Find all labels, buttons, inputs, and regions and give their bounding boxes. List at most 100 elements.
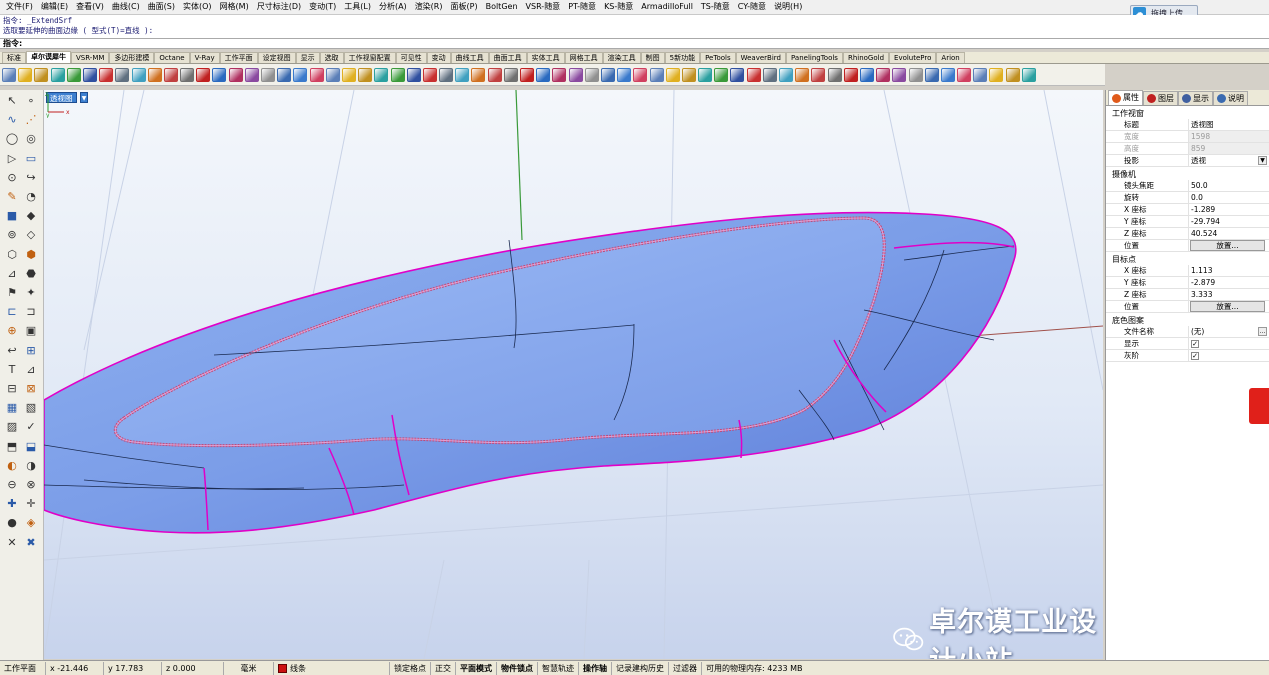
network-icon[interactable] bbox=[244, 67, 259, 82]
torus-icon[interactable] bbox=[99, 67, 114, 82]
subtract-icon[interactable]: ⊖ bbox=[5, 478, 19, 492]
patch-icon[interactable] bbox=[552, 67, 567, 82]
toolbar-tab[interactable]: 5新功能 bbox=[664, 52, 701, 63]
menu-item[interactable]: 编辑(E) bbox=[37, 0, 72, 14]
command-input[interactable] bbox=[25, 39, 325, 48]
polyline-icon[interactable]: ⋰ bbox=[24, 113, 38, 127]
toolbar-tab[interactable]: 工作平面 bbox=[219, 52, 258, 63]
sphere-icon[interactable]: ⊚ bbox=[5, 228, 19, 242]
loft-icon[interactable] bbox=[811, 67, 826, 82]
arc-3pt-icon[interactable]: ◔ bbox=[24, 190, 38, 204]
menu-item[interactable]: 查看(V) bbox=[72, 0, 108, 14]
status-toggle[interactable]: 物件锁点 bbox=[497, 661, 538, 675]
copy-icon[interactable]: ✛ bbox=[24, 497, 38, 511]
table-icon[interactable]: ⊞ bbox=[24, 344, 38, 358]
surface-icon[interactable]: ◆ bbox=[24, 209, 38, 223]
status-toggle[interactable]: 记录建构历史 bbox=[612, 661, 669, 675]
perspective-viewport[interactable]: 透视图 ▼ z x y 卓尔谟工业设计小站 bbox=[44, 90, 1103, 659]
curve-icon[interactable] bbox=[147, 67, 162, 82]
sphere-icon[interactable] bbox=[18, 67, 33, 82]
toolbar-tab[interactable]: PeTools bbox=[700, 52, 736, 63]
torus-icon[interactable] bbox=[746, 67, 761, 82]
network-icon[interactable] bbox=[892, 67, 907, 82]
hatch3-icon[interactable]: ▨ bbox=[5, 420, 19, 434]
revolve-icon[interactable] bbox=[520, 67, 534, 82]
grid-icon[interactable]: ▣ bbox=[24, 324, 38, 338]
menu-item[interactable]: TS-随意 bbox=[697, 0, 734, 14]
material-icon[interactable] bbox=[698, 67, 713, 82]
cylinder-icon[interactable] bbox=[82, 67, 97, 82]
point-icon[interactable]: ∘ bbox=[24, 94, 38, 108]
render-icon[interactable] bbox=[358, 67, 373, 82]
mirror-icon[interactable] bbox=[309, 67, 324, 82]
toolbar-tab[interactable]: 制图 bbox=[640, 52, 665, 63]
toolbar-tab[interactable]: 可见性 bbox=[395, 52, 427, 63]
panel-tab-properties[interactable]: 属性 bbox=[1108, 90, 1143, 105]
close-box-icon[interactable]: ⊠ bbox=[24, 382, 38, 396]
menu-item[interactable]: PT-随意 bbox=[564, 0, 600, 14]
toolbar-tab[interactable]: EvolutePro bbox=[889, 52, 937, 63]
menu-item[interactable]: 曲线(C) bbox=[108, 0, 144, 14]
flag-icon[interactable]: ⚑ bbox=[5, 286, 19, 300]
check-icon[interactable]: ✓ bbox=[24, 420, 38, 434]
bracket-right-icon[interactable]: ⊐ bbox=[24, 305, 38, 319]
extrude-icon[interactable] bbox=[536, 67, 551, 82]
extrude-icon[interactable] bbox=[859, 67, 874, 82]
menu-item[interactable]: 分析(A) bbox=[375, 0, 411, 14]
property-value[interactable]: -29.794 bbox=[1188, 216, 1269, 227]
blend-icon[interactable] bbox=[908, 67, 923, 82]
toolbar-tab[interactable]: 多边形建模 bbox=[109, 52, 155, 63]
status-toggle[interactable]: 操作轴 bbox=[579, 661, 612, 675]
toolbar-tab[interactable]: 渲染工具 bbox=[602, 52, 641, 63]
material-icon[interactable] bbox=[50, 67, 65, 82]
property-value[interactable]: 透视 ▼ bbox=[1188, 155, 1269, 166]
arc-icon[interactable]: ⊙ bbox=[5, 171, 19, 185]
toolbar-tab[interactable]: VSR-MM bbox=[71, 52, 110, 63]
network-icon[interactable] bbox=[568, 67, 583, 82]
cylinder-icon[interactable] bbox=[406, 67, 421, 82]
property-value[interactable]: (无)… bbox=[1188, 326, 1269, 337]
panel-tab-display[interactable]: 显示 bbox=[1178, 91, 1213, 105]
property-value[interactable]: ✓ bbox=[1188, 350, 1269, 361]
shade-icon[interactable] bbox=[973, 67, 988, 82]
text-icon[interactable]: T bbox=[5, 363, 19, 377]
mesh-icon[interactable]: ⬡ bbox=[5, 248, 19, 262]
hatch2-icon[interactable]: ▧ bbox=[24, 401, 38, 415]
move-icon[interactable]: ✚ bbox=[5, 497, 19, 511]
property-value[interactable]: -2.879 bbox=[1188, 277, 1269, 288]
revolve-icon[interactable] bbox=[843, 67, 858, 82]
status-toggle[interactable]: 正交 bbox=[431, 661, 456, 675]
cone-icon[interactable] bbox=[762, 67, 777, 82]
offset-icon[interactable] bbox=[617, 67, 632, 82]
sphere-icon[interactable] bbox=[989, 67, 1004, 82]
menu-item[interactable]: KS-随意 bbox=[600, 0, 637, 14]
dimension-icon[interactable]: ⊿ bbox=[24, 363, 38, 377]
toolbar-tab[interactable]: 标准 bbox=[2, 52, 26, 63]
property-value[interactable]: 放置... bbox=[1188, 301, 1269, 312]
toolbar-tab[interactable]: 变动 bbox=[426, 52, 451, 63]
blend-icon[interactable] bbox=[261, 67, 275, 82]
add-icon[interactable]: ⊕ bbox=[5, 324, 19, 338]
revolve-icon[interactable] bbox=[196, 67, 211, 82]
mirror-icon[interactable] bbox=[957, 67, 972, 82]
menu-item[interactable]: 变动(T) bbox=[305, 0, 340, 14]
property-value[interactable]: ✓ bbox=[1188, 338, 1269, 349]
curve-icon[interactable]: ∿ bbox=[5, 113, 19, 127]
offset-icon[interactable] bbox=[940, 67, 955, 82]
toolbar-tab[interactable]: 选取 bbox=[319, 52, 344, 63]
property-value[interactable]: 3.333 bbox=[1188, 289, 1269, 300]
toolbar-tab[interactable]: 工作视窗配置 bbox=[343, 52, 396, 63]
box-icon[interactable] bbox=[714, 67, 729, 82]
side-badge-icon[interactable] bbox=[1249, 388, 1269, 424]
toolbar-tab[interactable]: 设定视图 bbox=[257, 52, 296, 63]
menu-item[interactable]: BoltGen bbox=[482, 0, 522, 14]
cone-icon[interactable] bbox=[115, 67, 130, 82]
layer2-icon[interactable]: ⬓ bbox=[24, 440, 38, 454]
toolbar-tab[interactable]: WeaverBird bbox=[735, 52, 786, 63]
dropdown-arrow-icon[interactable]: ▼ bbox=[1258, 156, 1267, 165]
toolbar-tab[interactable]: 曲面工具 bbox=[488, 52, 527, 63]
shade-icon[interactable] bbox=[2, 67, 16, 82]
curve-icon[interactable] bbox=[795, 67, 810, 82]
status-layer[interactable]: 线条 bbox=[274, 661, 390, 675]
minus-box-icon[interactable]: ⊟ bbox=[5, 382, 19, 396]
